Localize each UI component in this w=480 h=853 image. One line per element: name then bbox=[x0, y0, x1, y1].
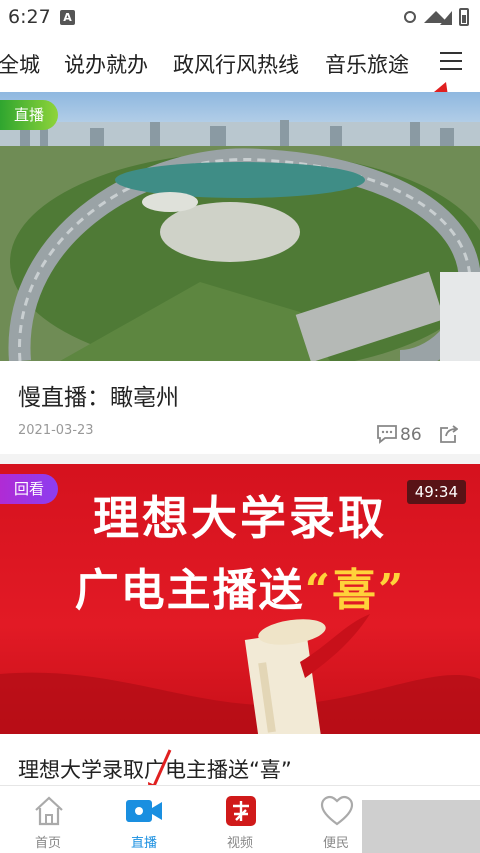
card-date: 2021-03-23 bbox=[18, 423, 94, 438]
live-thumbnail[interactable]: 直播 bbox=[0, 92, 480, 361]
video-logo-icon bbox=[226, 796, 256, 826]
tab-label: 直播 bbox=[130, 836, 157, 851]
card-title[interactable]: 慢直播：瞰亳州 bbox=[18, 378, 179, 412]
status-time: 6:27 bbox=[8, 6, 51, 28]
nav-item-quancheng[interactable]: 全城 bbox=[0, 49, 40, 79]
replay-thumbnail[interactable]: 回看 49:34 理想大学录取 广电主播送“喜” bbox=[0, 464, 480, 734]
menu-icon[interactable] bbox=[440, 52, 462, 72]
live-video-icon bbox=[126, 800, 162, 822]
notification-icon: A bbox=[60, 10, 75, 25]
poster-headline: 理想大学录取 bbox=[93, 491, 387, 545]
system-status-icons bbox=[404, 8, 469, 26]
nav-item-music-journey[interactable]: 音乐旅途 bbox=[325, 49, 409, 79]
poster-subheadline: 广电主播送“喜” bbox=[74, 565, 406, 616]
home-icon bbox=[35, 796, 63, 826]
overlay-block bbox=[362, 800, 480, 853]
status-bar: 6:27 A bbox=[0, 0, 480, 34]
tab-label: 视频 bbox=[226, 836, 253, 851]
tab-label: 首页 bbox=[34, 836, 61, 851]
heart-icon bbox=[320, 795, 354, 826]
channel-nav: 全城 说办就办 政风行风热线 音乐旅途 bbox=[0, 34, 480, 92]
live-badge: 直播 bbox=[0, 100, 59, 130]
share-icon[interactable] bbox=[438, 424, 458, 444]
comment-icon[interactable] bbox=[376, 424, 398, 444]
tab-home[interactable]: 首页 bbox=[0, 786, 96, 853]
comment-count: 86 bbox=[400, 425, 422, 445]
tab-video[interactable]: 视频 bbox=[192, 786, 288, 853]
nav-item-shuobanjiuban[interactable]: 说办就办 bbox=[64, 49, 148, 79]
tab-live[interactable]: 直播 bbox=[96, 786, 192, 853]
nav-item-zhengfeng-hotline[interactable]: 政风行风热线 bbox=[173, 49, 299, 79]
replay-card[interactable]: 回看 49:34 理想大学录取 广电主播送“喜” 理想大学录取广电主播送“喜” bbox=[0, 464, 480, 784]
live-card[interactable]: 直播 慢直播：瞰亳州 2021-03-23 86 bbox=[0, 92, 480, 462]
card-separator bbox=[0, 454, 480, 464]
